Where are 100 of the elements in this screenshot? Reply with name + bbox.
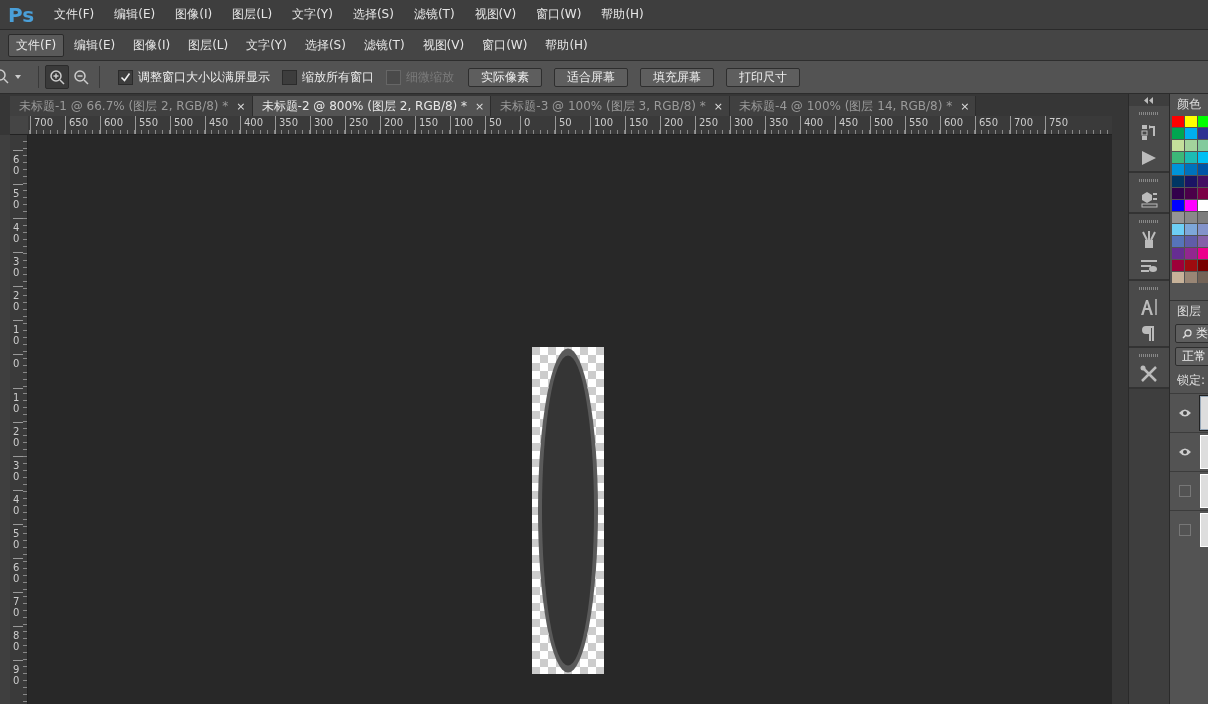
color-swatch[interactable]	[1198, 116, 1208, 127]
color-swatch[interactable]	[1185, 260, 1197, 271]
brush-settings-icon[interactable]	[1140, 257, 1158, 275]
color-swatch[interactable]	[1185, 200, 1197, 211]
color-swatch[interactable]	[1198, 128, 1208, 139]
color-swatch[interactable]	[1172, 236, 1184, 247]
color-swatch[interactable]	[1198, 164, 1208, 175]
color-swatch[interactable]	[1198, 260, 1208, 271]
panel-tab[interactable]: 颜色	[1170, 94, 1208, 113]
panel-gripper-icon[interactable]	[1139, 287, 1159, 290]
menu-item[interactable]: 选择(S)	[296, 33, 354, 57]
color-swatch[interactable]	[1185, 236, 1197, 247]
visibility-toggle[interactable]	[1178, 524, 1191, 536]
color-swatch[interactable]	[1172, 224, 1184, 235]
menu-item[interactable]: 文字(Y)	[284, 6, 341, 23]
document-tab[interactable]: 未标题-2 @ 800% (图层 2, RGB/8) * ×	[252, 96, 492, 116]
close-button[interactable]: ×	[475, 99, 485, 113]
visibility-toggle[interactable]	[1178, 485, 1191, 497]
color-swatch[interactable]	[1198, 272, 1208, 283]
color-swatch[interactable]	[1172, 188, 1184, 199]
color-swatch[interactable]	[1172, 260, 1184, 271]
zoom-preset-button[interactable]: 实际像素	[468, 67, 542, 87]
menu-item[interactable]: 图像(I)	[167, 6, 221, 23]
color-swatch[interactable]	[1185, 128, 1197, 139]
history-icon[interactable]	[1140, 123, 1158, 141]
tools-icon[interactable]	[1140, 365, 1158, 383]
color-swatch[interactable]	[1185, 116, 1197, 127]
color-swatch[interactable]	[1172, 248, 1184, 259]
panel-gripper-icon[interactable]	[1139, 179, 1159, 182]
panel-gripper-icon[interactable]	[1139, 220, 1159, 223]
color-swatch[interactable]	[1185, 248, 1197, 259]
color-swatch[interactable]	[1172, 152, 1184, 163]
menu-item[interactable]: 窗口(W)	[474, 33, 536, 57]
document-tab[interactable]: 未标题-4 @ 100% (图层 14, RGB/8) * ×	[730, 96, 977, 116]
caret-icon[interactable]	[14, 74, 22, 80]
layer-filter-field[interactable]: 类	[1175, 324, 1208, 343]
menu-item[interactable]: 文件(F)	[46, 6, 103, 23]
color-swatch[interactable]	[1172, 116, 1184, 127]
color-swatch[interactable]	[1185, 140, 1197, 151]
color-swatch[interactable]	[1198, 176, 1208, 187]
document-tab[interactable]: 未标题-3 @ 100% (图层 3, RGB/8) * ×	[491, 96, 731, 116]
panel-gripper-icon[interactable]	[1139, 354, 1159, 357]
color-swatch[interactable]	[1172, 272, 1184, 283]
ruler-origin[interactable]	[10, 116, 28, 134]
close-button[interactable]: ×	[960, 99, 970, 113]
panel-gripper-icon[interactable]	[1139, 112, 1159, 115]
menu-item[interactable]: 帮助(H)	[537, 33, 596, 57]
zoom-tool-icon[interactable]	[0, 68, 10, 86]
menu-item[interactable]: 帮助(H)	[593, 6, 652, 23]
menu-item[interactable]: 滤镜(T)	[405, 6, 463, 23]
menu-item[interactable]: 文字(Y)	[238, 33, 295, 57]
close-button[interactable]: ×	[236, 99, 246, 113]
color-swatch[interactable]	[1185, 176, 1197, 187]
color-swatch[interactable]	[1198, 224, 1208, 235]
checkbox[interactable]	[282, 69, 297, 85]
menu-item[interactable]: 视图(V)	[466, 6, 525, 23]
color-swatch[interactable]	[1185, 188, 1197, 199]
menu-item[interactable]: 视图(V)	[414, 33, 473, 57]
checkbox[interactable]	[118, 69, 133, 85]
color-swatch[interactable]	[1185, 272, 1197, 283]
blend-mode-dropdown[interactable]: 正常	[1175, 347, 1208, 366]
color-swatch[interactable]	[1172, 200, 1184, 211]
document-tab[interactable]: 未标题-1 @ 66.7% (图层 2, RGB/8) * ×	[10, 96, 253, 116]
color-swatch[interactable]	[1198, 200, 1208, 211]
collapse-icon[interactable]	[1144, 96, 1154, 104]
color-swatch[interactable]	[1185, 212, 1197, 223]
eye-icon[interactable]	[1177, 408, 1192, 418]
color-swatch[interactable]	[1198, 236, 1208, 247]
zoom-in-button[interactable]	[45, 65, 69, 89]
color-swatch[interactable]	[1172, 164, 1184, 175]
menu-item[interactable]: 图层(L)	[180, 33, 237, 57]
color-swatch[interactable]	[1198, 188, 1208, 199]
menu-item[interactable]: 选择(S)	[344, 6, 402, 23]
menu-item[interactable]: 滤镜(T)	[355, 33, 413, 57]
menu-item[interactable]: 编辑(E)	[66, 33, 124, 57]
character-icon[interactable]	[1140, 298, 1158, 316]
cube-icon[interactable]	[1140, 190, 1158, 208]
play-icon[interactable]	[1140, 149, 1158, 167]
zoom-preset-button[interactable]: 填充屏幕	[640, 67, 714, 87]
color-swatch[interactable]	[1198, 248, 1208, 259]
brushes-icon[interactable]	[1140, 231, 1158, 249]
menu-item[interactable]: 图像(I)	[125, 33, 179, 57]
zoom-preset-button[interactable]: 适合屏幕	[554, 67, 628, 87]
menu-item[interactable]: 图层(L)	[224, 6, 281, 23]
eye-icon[interactable]	[1177, 447, 1192, 457]
color-swatch[interactable]	[1185, 152, 1197, 163]
color-swatch[interactable]	[1198, 152, 1208, 163]
zoom-preset-button[interactable]: 打印尺寸	[726, 67, 800, 87]
color-swatch[interactable]	[1172, 140, 1184, 151]
color-swatch[interactable]	[1185, 224, 1197, 235]
color-swatch[interactable]	[1172, 176, 1184, 187]
panel-tab[interactable]: 图层	[1170, 301, 1208, 320]
menu-item[interactable]: 编辑(E)	[106, 6, 164, 23]
color-swatch[interactable]	[1185, 164, 1197, 175]
menu-item[interactable]: 窗口(W)	[528, 6, 590, 23]
close-button[interactable]: ×	[713, 99, 724, 113]
color-swatch[interactable]	[1172, 128, 1184, 139]
color-swatch[interactable]	[1172, 212, 1184, 223]
menu-item[interactable]: 文件(F)	[8, 33, 65, 57]
color-swatch[interactable]	[1198, 140, 1208, 151]
